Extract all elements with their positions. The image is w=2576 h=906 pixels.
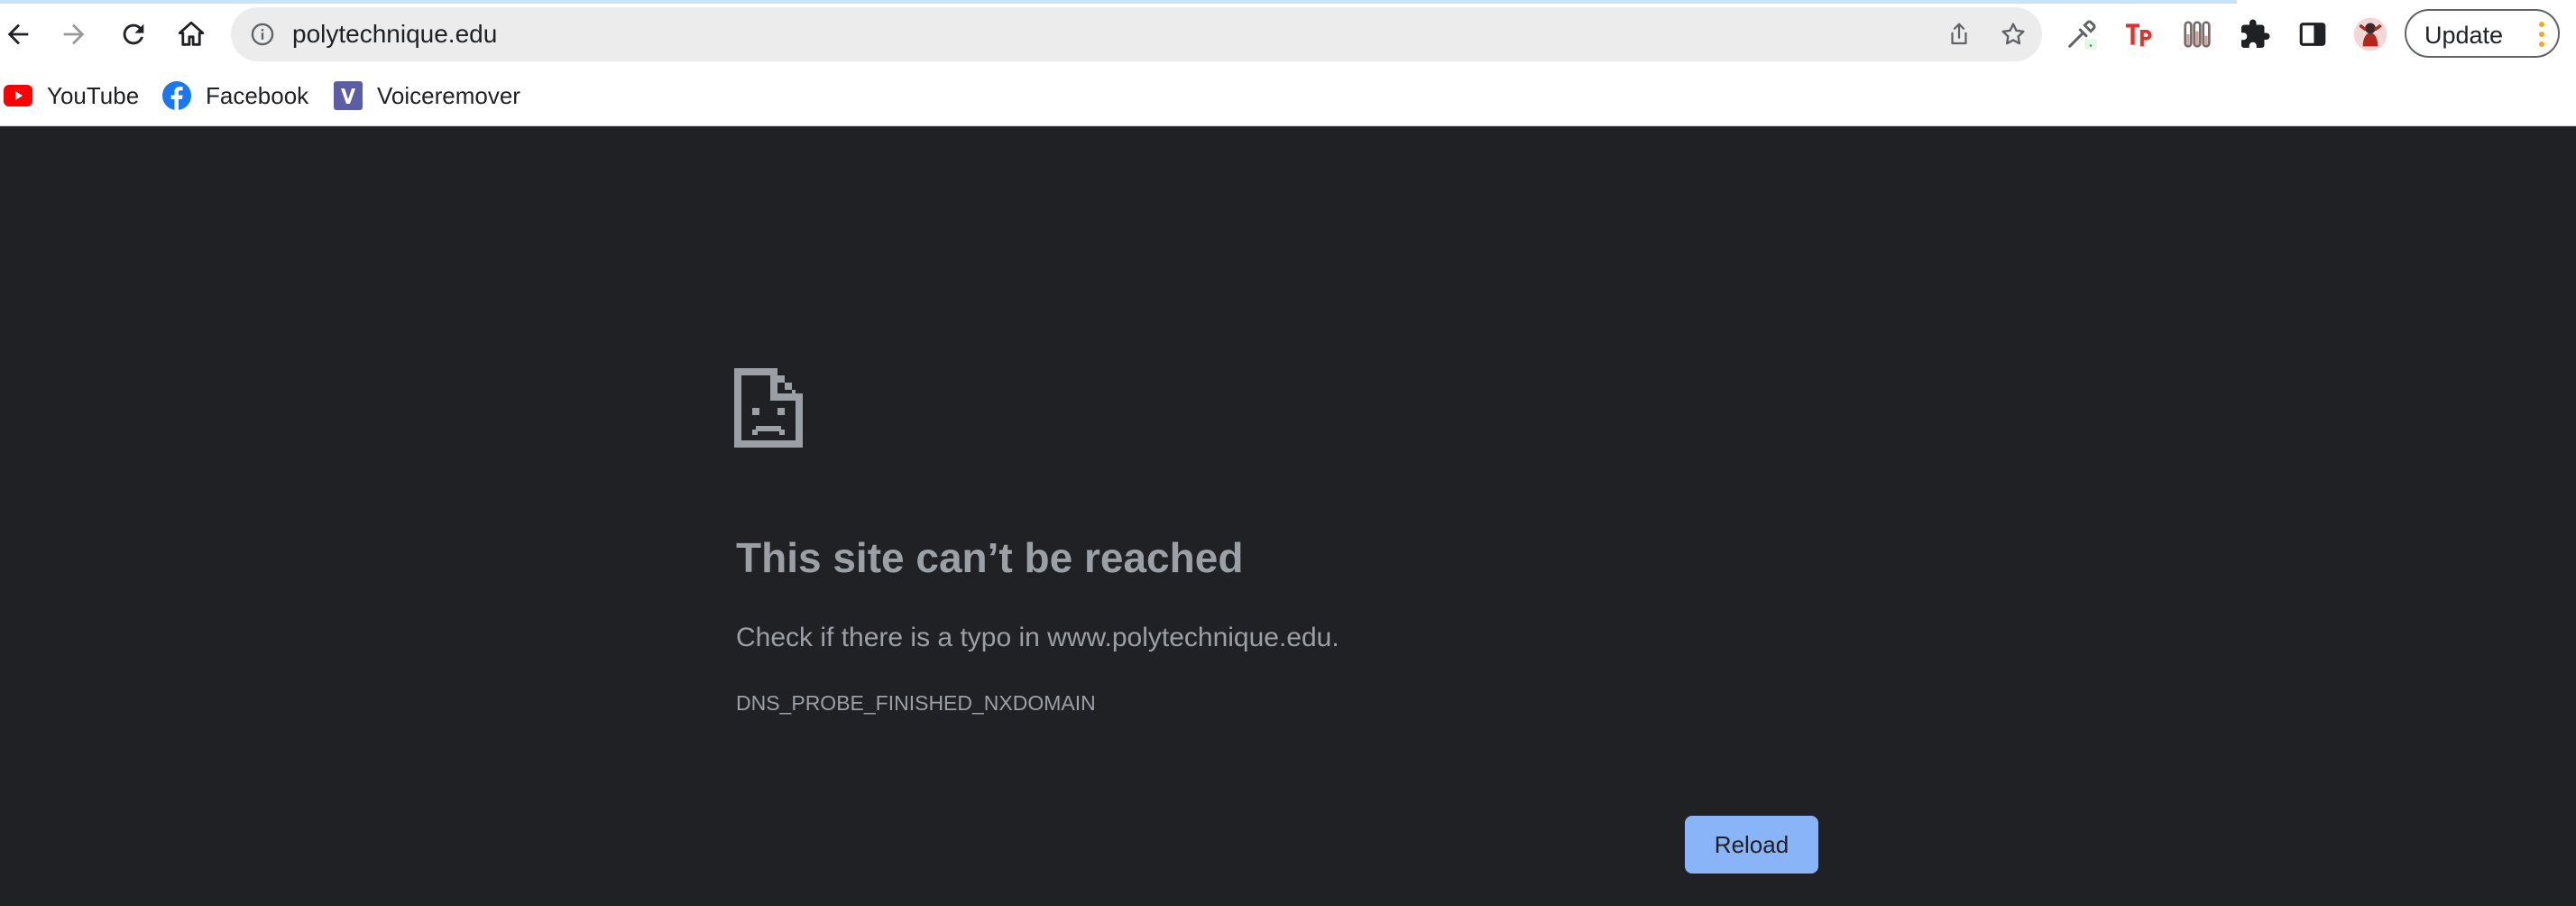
- bookmark-label: Facebook: [206, 81, 309, 109]
- bookmark-facebook[interactable]: Facebook: [162, 76, 308, 116]
- share-icon: [1951, 23, 1967, 45]
- error-page: This site can’t be reached Check if ther…: [0, 126, 2576, 906]
- arrow-right-icon: [63, 23, 85, 45]
- facebook-icon: [162, 81, 191, 110]
- test-tubes-icon: [2184, 21, 2211, 48]
- profile-avatar-button[interactable]: [2349, 13, 2392, 56]
- eyedropper-icon: [2068, 20, 2097, 50]
- info-icon: [251, 23, 274, 46]
- browser-chrome: polytechnique.edu Update YouTube Faceboo…: [0, 0, 2576, 126]
- bookmark-label: Voiceremover: [377, 81, 520, 109]
- eyedropper-extension-button[interactable]: [2060, 13, 2103, 56]
- site-info-button[interactable]: [247, 19, 278, 50]
- sad-document-icon: [734, 368, 803, 448]
- url-text[interactable]: polytechnique.edu: [292, 20, 497, 49]
- home-button[interactable]: [170, 13, 213, 56]
- error-description: Check if there is a typo in www.polytech…: [736, 623, 1339, 652]
- back-button[interactable]: [0, 13, 40, 56]
- bookmark-star-button[interactable]: [1995, 16, 2031, 52]
- home-icon: [178, 21, 205, 46]
- puzzle-piece-icon: [2241, 19, 2270, 48]
- update-button-label: Update: [2424, 22, 2504, 49]
- address-bar[interactable]: polytechnique.edu: [231, 7, 2042, 61]
- extensions-button[interactable]: [2233, 13, 2277, 56]
- bookmark-voiceremover[interactable]: Voiceremover: [334, 76, 520, 116]
- star-icon: [2001, 23, 2025, 45]
- share-button[interactable]: [1941, 16, 1977, 52]
- error-title: This site can’t be reached: [736, 534, 1244, 581]
- bookmark-label: YouTube: [47, 81, 140, 109]
- side-panel-button[interactable]: [2291, 13, 2334, 56]
- tp-icon: [2126, 23, 2152, 47]
- update-button[interactable]: Update: [2405, 9, 2560, 58]
- youtube-icon: [4, 81, 32, 110]
- reload-page-button[interactable]: [112, 13, 155, 56]
- forward-button[interactable]: [52, 13, 96, 56]
- bookmarks-bar: YouTube Facebook Voiceremover: [0, 69, 2576, 125]
- reload-button[interactable]: Reload: [1685, 816, 1818, 874]
- error-code: DNS_PROBE_FINISHED_NXDOMAIN: [736, 691, 1096, 715]
- voiceremover-icon: [334, 81, 363, 110]
- browser-toolbar: polytechnique.edu Update: [0, 0, 2576, 69]
- arrow-left-icon: [7, 23, 29, 45]
- tubes-extension-button[interactable]: [2176, 13, 2219, 56]
- refresh-icon: [123, 23, 144, 45]
- avatar-icon: [2353, 17, 2387, 51]
- kebab-menu-icon: [2539, 22, 2544, 47]
- bookmark-youtube[interactable]: YouTube: [4, 76, 139, 116]
- tp-extension-button[interactable]: [2118, 13, 2161, 56]
- side-panel-icon: [2299, 23, 2326, 46]
